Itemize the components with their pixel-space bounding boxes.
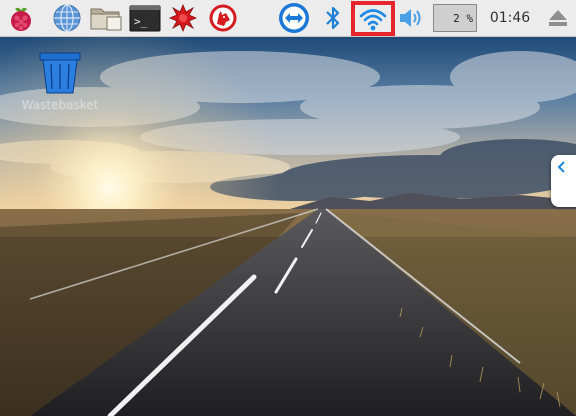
wastebasket-label: Wastebasket bbox=[21, 98, 99, 112]
screen: >_ 2 % 01:46 Wastebasket bbox=[0, 0, 576, 416]
side-panel-toggle[interactable] bbox=[551, 155, 576, 207]
file-manager-icon[interactable] bbox=[88, 2, 124, 34]
wastebasket-desktop-icon[interactable]: Wastebasket bbox=[10, 51, 110, 121]
mathematica-icon[interactable] bbox=[206, 2, 240, 34]
eject-icon[interactable] bbox=[544, 2, 572, 34]
clock[interactable]: 01:46 bbox=[488, 0, 532, 36]
chevron-left-icon bbox=[557, 161, 565, 173]
volume-icon[interactable] bbox=[396, 2, 426, 34]
wolfram-icon[interactable] bbox=[166, 2, 200, 34]
svg-text:>_: >_ bbox=[134, 15, 148, 28]
wastebasket-icon bbox=[39, 52, 81, 94]
bluetooth-icon[interactable] bbox=[320, 2, 346, 34]
web-browser-icon[interactable] bbox=[50, 2, 84, 34]
desktop[interactable]: Wastebasket bbox=[0, 37, 576, 416]
raspberry-menu-icon[interactable] bbox=[4, 2, 38, 34]
terminal-icon[interactable]: >_ bbox=[128, 2, 162, 34]
cpu-usage-meter[interactable]: 2 % bbox=[433, 4, 477, 32]
taskbar: >_ 2 % 01:46 bbox=[0, 0, 576, 37]
wifi-icon[interactable] bbox=[355, 3, 391, 35]
teamviewer-icon[interactable] bbox=[276, 2, 312, 34]
